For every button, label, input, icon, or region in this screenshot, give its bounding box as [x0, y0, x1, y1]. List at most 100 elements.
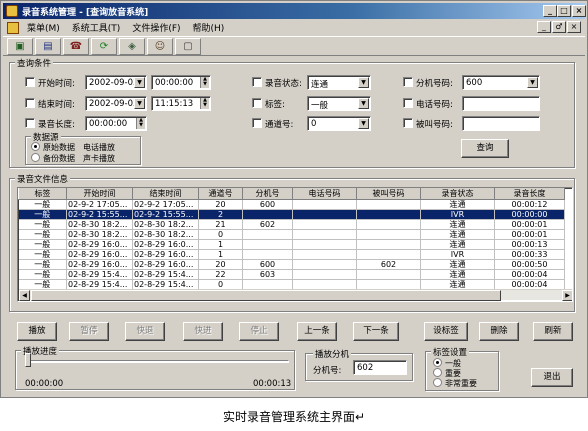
- datasource-backup-radio[interactable]: [31, 153, 40, 162]
- table-cell: 连通: [420, 239, 495, 250]
- table-cell: [292, 209, 357, 220]
- play-button[interactable]: 播放: [17, 322, 57, 341]
- called-checkbox[interactable]: [403, 118, 413, 128]
- tag-normal-radio[interactable]: [433, 358, 442, 367]
- save-icon[interactable]: ▤: [35, 37, 61, 55]
- table-cell: 00:00:50: [494, 259, 565, 270]
- ext-label: 分机号:: [313, 366, 342, 376]
- tag-combo[interactable]: 一般 ▼: [307, 96, 371, 111]
- start-date-combo[interactable]: 2002-09-03 ▼: [85, 75, 147, 90]
- table-cell: 602: [356, 259, 421, 270]
- end-date-combo[interactable]: 2002-09-03 ▼: [85, 96, 147, 111]
- exit-button[interactable]: 退出: [531, 368, 573, 387]
- column-header[interactable]: 电话号码: [292, 188, 357, 200]
- stop-button[interactable]: 停止: [239, 322, 279, 341]
- fast-forward-button[interactable]: 快进: [183, 322, 223, 341]
- minimize-button[interactable]: _: [543, 5, 557, 17]
- status-checkbox[interactable]: [252, 77, 262, 87]
- column-header[interactable]: 被叫号码: [356, 188, 421, 200]
- menu-item-menu[interactable]: 菜单(M): [21, 21, 66, 34]
- refresh-button[interactable]: 刷新: [533, 322, 573, 341]
- table-cell: 一般: [18, 239, 67, 250]
- table-row[interactable]: 一般 02-9-2 15:55... 02-9-2 15:55... 2 IVR 00:0…: [18, 209, 565, 220]
- table-row[interactable]: 一般 02-8-29 16:0... 02-8-29 16:0... 1 连通 00:00…: [18, 239, 565, 250]
- table-cell: 0: [198, 279, 243, 290]
- tag-very-important-radio[interactable]: [433, 378, 442, 387]
- table-row[interactable]: 一般 02-8-29 16:0... 02-8-29 16:0... 20 600 602…: [18, 259, 565, 270]
- scroll-left-icon[interactable]: ◀: [19, 290, 30, 301]
- layers-icon[interactable]: ◈: [119, 37, 145, 55]
- tagset-title: 标签设置: [431, 346, 470, 358]
- end-time-spinner[interactable]: 11:15:13 ▲ ▼: [151, 96, 211, 111]
- start-time-spinner[interactable]: 00:00:00 ▲ ▼: [151, 75, 211, 90]
- start-time-checkbox[interactable]: [25, 77, 35, 87]
- recordings-table[interactable]: 标签 开始时间 结束时间 通道号 分机号 电话号码 被叫号码 录音状态 录音长度…: [17, 187, 573, 302]
- column-header[interactable]: 录音状态: [420, 188, 495, 200]
- exit-icon[interactable]: ▣: [7, 37, 33, 55]
- pause-button[interactable]: 暂停: [69, 322, 109, 341]
- status-combo[interactable]: 连通 ▼: [307, 75, 371, 90]
- table-row[interactable]: 一般 02-9-2 17:05... 02-9-2 17:05... 20 600 连通 0…: [18, 199, 565, 210]
- column-header[interactable]: 录音长度: [494, 188, 565, 200]
- table-cell: 02-9-2 15:55...: [66, 209, 133, 220]
- prev-button[interactable]: 上一条: [297, 322, 337, 341]
- search-button[interactable]: 查询: [461, 139, 509, 158]
- datasource-original-radio[interactable]: [31, 142, 40, 151]
- duration-checkbox[interactable]: [25, 118, 35, 128]
- close-button[interactable]: ×: [572, 5, 586, 17]
- mdi-restore-button[interactable]: ♂: [552, 21, 566, 33]
- column-header[interactable]: 分机号: [242, 188, 293, 200]
- mdi-minimize-button[interactable]: _: [537, 21, 551, 33]
- refresh-icon[interactable]: ⟳: [91, 37, 117, 55]
- user-icon[interactable]: ☺: [147, 37, 173, 55]
- called-input[interactable]: [462, 116, 540, 131]
- rewind-button[interactable]: 快退: [125, 322, 165, 341]
- table-row[interactable]: 一般 02-8-29 15:4... 02-8-29 15:4... 0 连通 00:00…: [18, 279, 565, 290]
- mdi-doc-icon[interactable]: [7, 21, 19, 34]
- table-cell: [356, 279, 421, 290]
- maximize-button[interactable]: □: [557, 5, 571, 17]
- table-cell: 02-8-30 18:2...: [66, 229, 133, 240]
- mdi-close-button[interactable]: ×: [567, 21, 581, 33]
- phone-icon[interactable]: ☎: [63, 37, 89, 55]
- progress-slider-track[interactable]: [27, 360, 289, 363]
- ext-input[interactable]: 602: [353, 360, 407, 375]
- horizontal-scrollbar[interactable]: ◀ ▶: [19, 289, 572, 301]
- menu-item-help[interactable]: 帮助(H): [187, 21, 231, 34]
- menu-item-file[interactable]: 文件操作(F): [126, 21, 186, 34]
- extension-checkbox[interactable]: [403, 77, 413, 87]
- table-row[interactable]: 一般 02-8-30 18:2... 02-8-30 18:2... 21 602 连通 0…: [18, 219, 565, 230]
- column-header[interactable]: 标签: [18, 188, 67, 200]
- copy-icon[interactable]: ▢: [175, 37, 201, 55]
- menu-item-tools[interactable]: 系统工具(T): [66, 21, 127, 34]
- next-button[interactable]: 下一条: [353, 322, 399, 341]
- datasource-phone-play-label: 电话播放: [83, 143, 115, 152]
- phone-input[interactable]: [462, 96, 540, 111]
- channel-combo[interactable]: 0 ▼: [307, 116, 371, 131]
- table-cell: 22: [198, 269, 243, 280]
- scroll-thumb[interactable]: [31, 290, 501, 301]
- delete-button[interactable]: 删除: [479, 322, 519, 341]
- datasource-soundcard-label: 声卡播放: [83, 154, 115, 163]
- channel-checkbox[interactable]: [252, 118, 262, 128]
- table-row[interactable]: 一般 02-8-29 16:0... 02-8-29 16:0... 1 IVR 00:0…: [18, 249, 565, 260]
- scroll-right-icon[interactable]: ▶: [562, 290, 572, 301]
- duration-spinner[interactable]: 00:00:00 ▲ ▼: [85, 116, 147, 131]
- column-header[interactable]: 开始时间: [66, 188, 133, 200]
- tag-important-radio[interactable]: [433, 368, 442, 377]
- table-cell: [356, 199, 421, 210]
- table-cell: 02-8-30 18:2...: [66, 219, 133, 230]
- table-row[interactable]: 一般 02-8-30 18:2... 02-8-30 18:2... 0 连通 00:00…: [18, 229, 565, 240]
- end-time-checkbox[interactable]: [25, 98, 35, 108]
- column-header[interactable]: 结束时间: [132, 188, 199, 200]
- table-cell: 00:00:12: [494, 199, 565, 210]
- tag-checkbox[interactable]: [252, 98, 262, 108]
- extension-combo[interactable]: 600 ▼: [462, 75, 540, 90]
- phone-checkbox[interactable]: [403, 98, 413, 108]
- datasource-original-label: 原始数据: [43, 143, 75, 152]
- table-cell: 一般: [18, 219, 67, 230]
- table-row[interactable]: 一般 02-8-29 15:4... 02-8-29 15:4... 22 603 连通 0…: [18, 269, 565, 280]
- set-tag-button[interactable]: 设标签: [424, 322, 468, 341]
- progress-slider-knob[interactable]: [25, 353, 31, 367]
- column-header[interactable]: 通道号: [198, 188, 243, 200]
